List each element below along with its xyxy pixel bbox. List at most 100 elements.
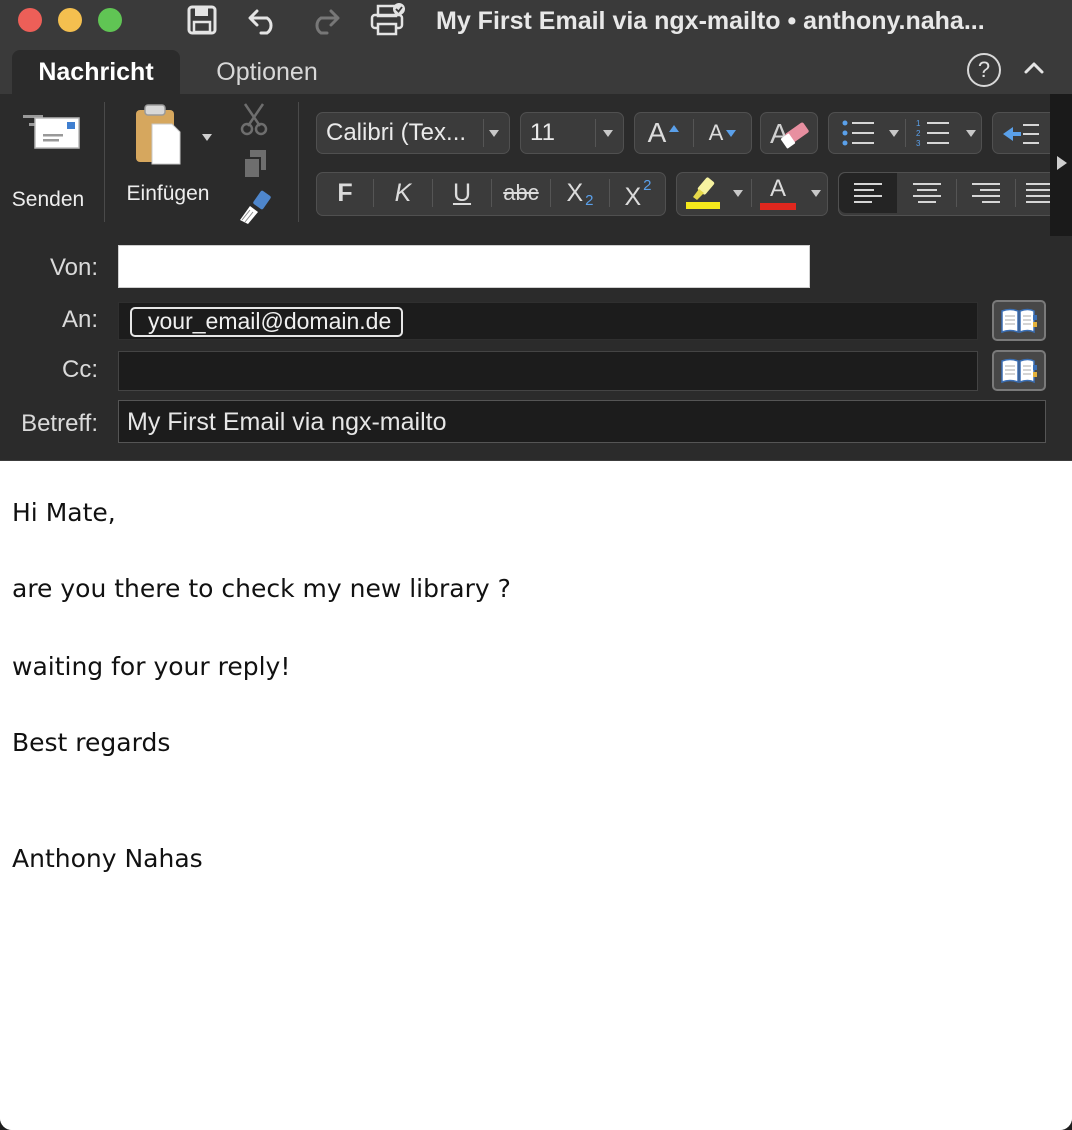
italic-label: K — [394, 178, 412, 207]
copy-icon[interactable] — [240, 148, 270, 185]
minimize-window-button[interactable] — [58, 8, 82, 32]
shrink-font-button[interactable]: A — [694, 113, 752, 153]
strikethrough-button[interactable]: abc — [492, 173, 550, 213]
superscript-mark-label: 2 — [643, 176, 652, 194]
redo-icon[interactable] — [306, 2, 342, 38]
recipient-chip[interactable]: your_email@domain.de — [130, 307, 404, 337]
align-right-icon — [972, 183, 1000, 203]
chevron-down-icon — [811, 189, 821, 197]
cut-icon[interactable] — [238, 102, 270, 141]
font-name-value: Calibri (Tex... — [326, 119, 467, 146]
save-icon[interactable] — [186, 2, 218, 38]
cc-address-book-button[interactable] — [992, 350, 1046, 391]
tab-optionen[interactable]: Optionen — [200, 50, 334, 94]
message-body[interactable]: Hi Mate, are you there to check my new l… — [0, 461, 1072, 1130]
underline-button[interactable]: U — [433, 173, 491, 213]
superscript-base-label: X — [624, 182, 642, 211]
bold-button[interactable]: F — [317, 173, 373, 213]
paste-label: Einfügen — [126, 182, 210, 205]
body-line: waiting for your reply! — [12, 652, 291, 681]
font-name-select[interactable]: Calibri (Tex... — [316, 112, 510, 154]
decrease-indent-button[interactable] — [992, 112, 1050, 154]
superscript-button[interactable]: X 2 — [610, 173, 666, 213]
subscript-button[interactable]: X 2 — [551, 173, 609, 213]
strikethrough-label: abc — [503, 180, 539, 205]
ribbon-divider — [298, 102, 299, 222]
alignment-group — [838, 172, 1050, 216]
ribbon-divider — [104, 102, 105, 222]
svg-text:2: 2 — [916, 129, 921, 138]
format-painter-icon[interactable] — [236, 190, 272, 231]
font-color-label: A — [769, 174, 786, 202]
from-label: Von: — [49, 254, 98, 281]
chevron-down-icon — [603, 130, 613, 137]
chevron-down-icon — [966, 129, 976, 137]
bullet-list-dropdown[interactable] — [883, 113, 905, 153]
subscript-mark-label: 2 — [585, 191, 594, 209]
ribbon-tab-bar: Nachricht Optionen ? — [0, 44, 1072, 94]
address-book-icon — [1001, 308, 1037, 333]
grow-font-label: A — [647, 117, 667, 148]
paste-dropdown-icon[interactable] — [202, 134, 212, 141]
help-button[interactable]: ? — [967, 53, 1001, 87]
highlight-button[interactable] — [677, 173, 729, 213]
print-icon[interactable] — [368, 2, 408, 38]
align-center-button[interactable] — [898, 173, 956, 213]
font-size-step-group: A A — [634, 112, 752, 154]
bullet-list-button[interactable] — [829, 113, 887, 153]
decrease-indent-icon — [1003, 124, 1039, 144]
justify-button[interactable] — [1016, 173, 1050, 213]
font-color-button[interactable]: A — [753, 173, 803, 213]
chevron-right-icon — [1057, 156, 1067, 170]
maximize-window-button[interactable] — [98, 8, 122, 32]
highlight-color-bar — [686, 202, 720, 209]
body-line: Hi Mate, — [12, 498, 116, 527]
font-color-bar — [760, 202, 796, 210]
ribbon-scroll-right[interactable] — [1050, 94, 1072, 236]
collapse-ribbon-icon[interactable] — [1020, 54, 1048, 82]
subject-label: Betreff: — [21, 410, 98, 437]
close-window-button[interactable] — [18, 8, 42, 32]
ribbon: Senden Einfügen Calibri (Tex... 11 A A A… — [0, 94, 1072, 236]
clipboard-icon — [136, 104, 181, 165]
grow-font-button[interactable]: A — [635, 113, 693, 153]
send-label: Senden — [11, 188, 85, 211]
cc-label: Cc: — [62, 356, 98, 383]
font-size-select[interactable]: 11 — [520, 112, 624, 154]
font-color-dropdown[interactable] — [805, 173, 827, 213]
address-book-icon — [1001, 358, 1037, 383]
numbered-list-dropdown[interactable] — [960, 113, 982, 153]
undo-icon[interactable] — [246, 2, 282, 38]
bullet-list-icon — [842, 120, 874, 146]
chevron-down-icon — [733, 189, 743, 197]
to-label: An: — [61, 306, 98, 333]
color-group: A — [676, 172, 828, 216]
align-right-button[interactable] — [957, 173, 1015, 213]
highlight-dropdown[interactable] — [727, 173, 749, 213]
subject-field[interactable]: My First Email via ngx-mailto — [118, 400, 1046, 443]
body-line: Best regards — [12, 728, 171, 757]
highlighter-icon — [686, 177, 720, 209]
svg-text:3: 3 — [916, 139, 921, 148]
tab-nachricht[interactable]: Nachricht — [12, 50, 180, 94]
underline-label: U — [452, 178, 472, 207]
clear-formatting-button[interactable]: A — [760, 112, 818, 154]
chevron-down-icon — [889, 129, 899, 137]
cc-field[interactable] — [118, 351, 978, 391]
to-address-book-button[interactable] — [992, 300, 1046, 341]
italic-button[interactable]: K — [374, 173, 432, 213]
title-bar: My First Email via ngx-mailto • anthony.… — [0, 0, 1072, 44]
to-field[interactable]: your_email@domain.de — [118, 302, 978, 340]
from-field[interactable] — [118, 245, 810, 288]
align-left-button[interactable] — [839, 173, 897, 213]
chevron-down-icon — [489, 130, 499, 137]
paste-button[interactable]: Einfügen — [116, 102, 220, 206]
numbered-list-button[interactable]: 1 2 3 — [906, 113, 960, 153]
send-button[interactable]: Senden — [6, 102, 90, 212]
message-header: Von: An: your_email@domain.de Cc: Betref… — [0, 236, 1072, 461]
eraser-icon: A — [770, 118, 809, 149]
send-icon — [23, 115, 80, 149]
character-format-group: F K U abc X 2 X 2 — [316, 172, 666, 216]
bold-label: F — [337, 178, 353, 207]
window-title: My First Email via ngx-mailto • anthony.… — [436, 7, 985, 35]
